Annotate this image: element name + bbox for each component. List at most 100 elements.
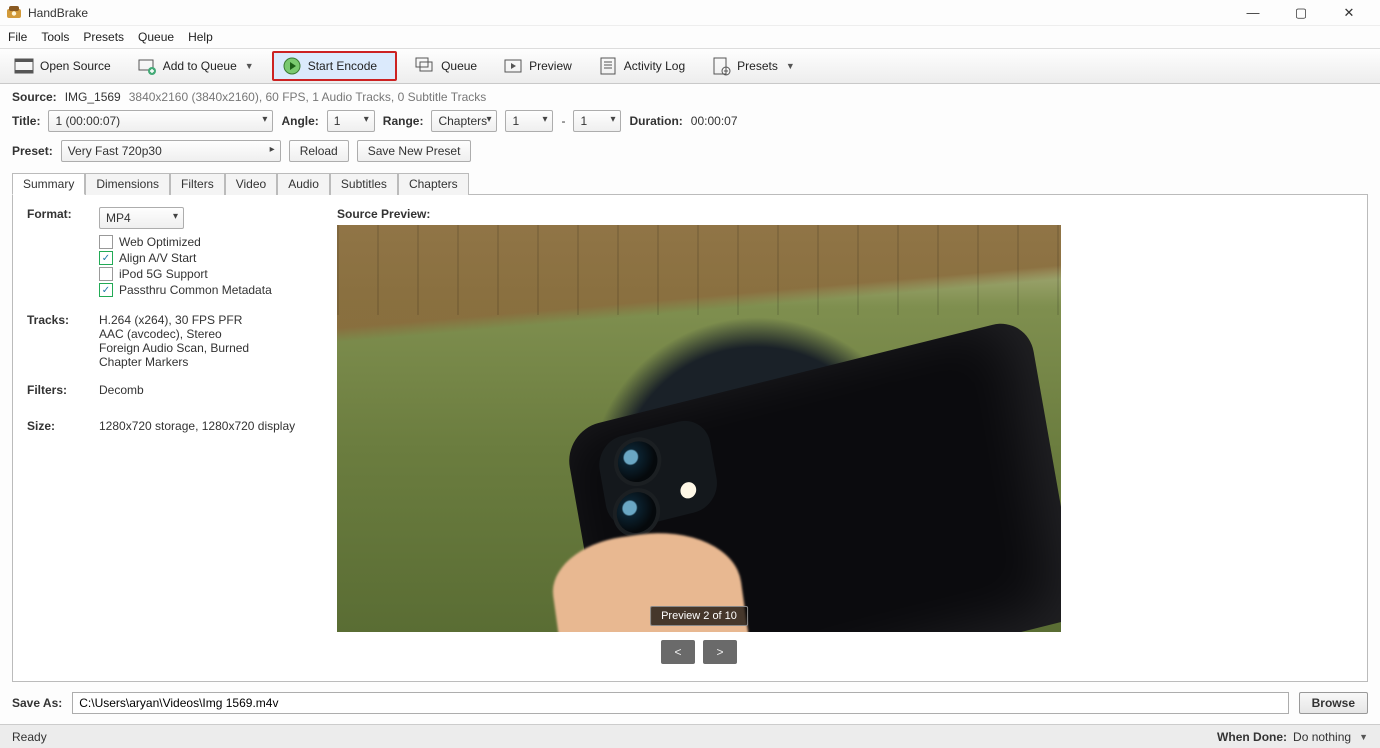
tab-chapters[interactable]: Chapters — [398, 173, 469, 195]
filters-value: Decomb — [99, 383, 317, 397]
queue-add-icon — [137, 56, 157, 76]
web-optimized-checkbox[interactable]: ✓ — [99, 235, 113, 249]
filters-label: Filters: — [27, 383, 99, 397]
passthru-checkbox[interactable]: ✓ — [99, 283, 113, 297]
save-path-input[interactable] — [72, 692, 1288, 714]
align-av-label: Align A/V Start — [119, 251, 196, 265]
menu-tools[interactable]: Tools — [41, 30, 69, 44]
open-source-label: Open Source — [40, 59, 111, 73]
angle-label: Angle: — [281, 114, 318, 128]
size-label: Size: — [27, 419, 99, 433]
tab-video[interactable]: Video — [225, 173, 277, 195]
source-preview-label: Source Preview: — [337, 207, 1353, 221]
summary-panel: Format: MP4 ✓ Web Optimized ✓ Align A/V … — [12, 194, 1368, 682]
tab-audio[interactable]: Audio — [277, 173, 330, 195]
range-from-select[interactable]: 1 — [505, 110, 553, 132]
format-label: Format: — [27, 207, 99, 221]
web-optimized-label: Web Optimized — [119, 235, 201, 249]
status-bar: Ready When Done: Do nothing ▼ — [0, 724, 1380, 748]
activity-log-label: Activity Log — [624, 59, 685, 73]
chevron-down-icon: ▼ — [786, 61, 795, 71]
open-source-button[interactable]: Open Source — [6, 52, 119, 80]
preview-button[interactable]: Preview — [495, 52, 580, 80]
range-to-select[interactable]: 1 — [573, 110, 621, 132]
title-label: Title: — [12, 114, 40, 128]
track-line: AAC (avcodec), Stereo — [99, 327, 317, 341]
browse-button[interactable]: Browse — [1299, 692, 1368, 714]
format-select[interactable]: MP4 — [99, 207, 184, 229]
tab-filters[interactable]: Filters — [170, 173, 225, 195]
close-button[interactable]: ✕ — [1334, 5, 1364, 21]
range-sep: - — [561, 114, 565, 128]
presets-label: Presets — [737, 59, 778, 73]
preview-prev-button[interactable]: < — [661, 640, 695, 664]
film-open-icon — [14, 56, 34, 76]
reload-button[interactable]: Reload — [289, 140, 349, 162]
menu-bar: File Tools Presets Queue Help — [0, 26, 1380, 48]
source-info: Source: IMG_1569 3840x2160 (3840x2160), … — [0, 84, 1380, 106]
minimize-button[interactable]: — — [1238, 5, 1268, 21]
track-line: H.264 (x264), 30 FPS PFR — [99, 313, 317, 327]
title-select[interactable]: 1 (00:00:07) — [48, 110, 273, 132]
menu-file[interactable]: File — [8, 30, 27, 44]
maximize-button[interactable]: ▢ — [1286, 5, 1316, 21]
presets-button[interactable]: Presets ▼ — [703, 52, 803, 80]
play-icon — [282, 56, 302, 76]
source-label: Source: — [12, 90, 57, 104]
save-as-row: Save As: Browse — [0, 682, 1380, 724]
add-to-queue-label: Add to Queue — [163, 59, 237, 73]
queue-icon — [415, 56, 435, 76]
window-title: HandBrake — [28, 6, 88, 20]
activity-log-button[interactable]: Activity Log — [590, 52, 693, 80]
tab-subtitles[interactable]: Subtitles — [330, 173, 398, 195]
tracks-label: Tracks: — [27, 313, 99, 327]
tabs: Summary Dimensions Filters Video Audio S… — [12, 172, 1368, 194]
log-icon — [598, 56, 618, 76]
preview-label: Preview — [529, 59, 572, 73]
queue-button[interactable]: Queue — [407, 52, 485, 80]
menu-queue[interactable]: Queue — [138, 30, 174, 44]
app-icon — [6, 5, 22, 21]
duration-label: Duration: — [629, 114, 682, 128]
angle-select[interactable]: 1 — [327, 110, 375, 132]
when-done-label: When Done: — [1217, 730, 1287, 744]
preset-label: Preset: — [12, 144, 53, 158]
passthru-label: Passthru Common Metadata — [119, 283, 272, 297]
save-new-preset-button[interactable]: Save New Preset — [357, 140, 472, 162]
duration-value: 00:00:07 — [691, 114, 738, 128]
preset-row: Preset: Very Fast 720p30 Reload Save New… — [0, 136, 1380, 166]
add-to-queue-button[interactable]: Add to Queue ▼ — [129, 52, 262, 80]
tab-dimensions[interactable]: Dimensions — [85, 173, 170, 195]
chevron-down-icon: ▼ — [245, 61, 254, 71]
chevron-down-icon: ▼ — [1359, 732, 1368, 742]
save-as-label: Save As: — [12, 696, 62, 710]
preset-select[interactable]: Very Fast 720p30 — [61, 140, 281, 162]
queue-label: Queue — [441, 59, 477, 73]
menu-help[interactable]: Help — [188, 30, 213, 44]
when-done-value[interactable]: Do nothing — [1293, 730, 1351, 744]
size-value: 1280x720 storage, 1280x720 display — [99, 419, 317, 433]
start-encode-button[interactable]: Start Encode — [272, 51, 397, 81]
preview-image: Preview 2 of 10 — [337, 225, 1061, 632]
source-meta: 3840x2160 (3840x2160), 60 FPS, 1 Audio T… — [129, 90, 487, 104]
ipod-5g-label: iPod 5G Support — [119, 267, 208, 281]
status-text: Ready — [12, 730, 47, 744]
tab-summary[interactable]: Summary — [12, 173, 85, 195]
align-av-checkbox[interactable]: ✓ — [99, 251, 113, 265]
range-type-select[interactable]: Chapters — [431, 110, 497, 132]
preview-counter: Preview 2 of 10 — [650, 606, 748, 626]
source-name: IMG_1569 — [65, 90, 121, 104]
ipod-5g-checkbox[interactable]: ✓ — [99, 267, 113, 281]
presets-icon — [711, 56, 731, 76]
preview-icon — [503, 56, 523, 76]
start-encode-label: Start Encode — [308, 59, 377, 73]
preview-next-button[interactable]: > — [703, 640, 737, 664]
track-line: Chapter Markers — [99, 355, 317, 369]
toolbar: Open Source Add to Queue ▼ Start Encode … — [0, 48, 1380, 84]
range-label: Range: — [383, 114, 424, 128]
source-preview: Preview 2 of 10 < > — [337, 225, 1061, 669]
track-line: Foreign Audio Scan, Burned — [99, 341, 317, 355]
title-row: Title: 1 (00:00:07) Angle: 1 Range: Chap… — [0, 106, 1380, 136]
title-bar: HandBrake — ▢ ✕ — [0, 0, 1380, 26]
menu-presets[interactable]: Presets — [83, 30, 124, 44]
